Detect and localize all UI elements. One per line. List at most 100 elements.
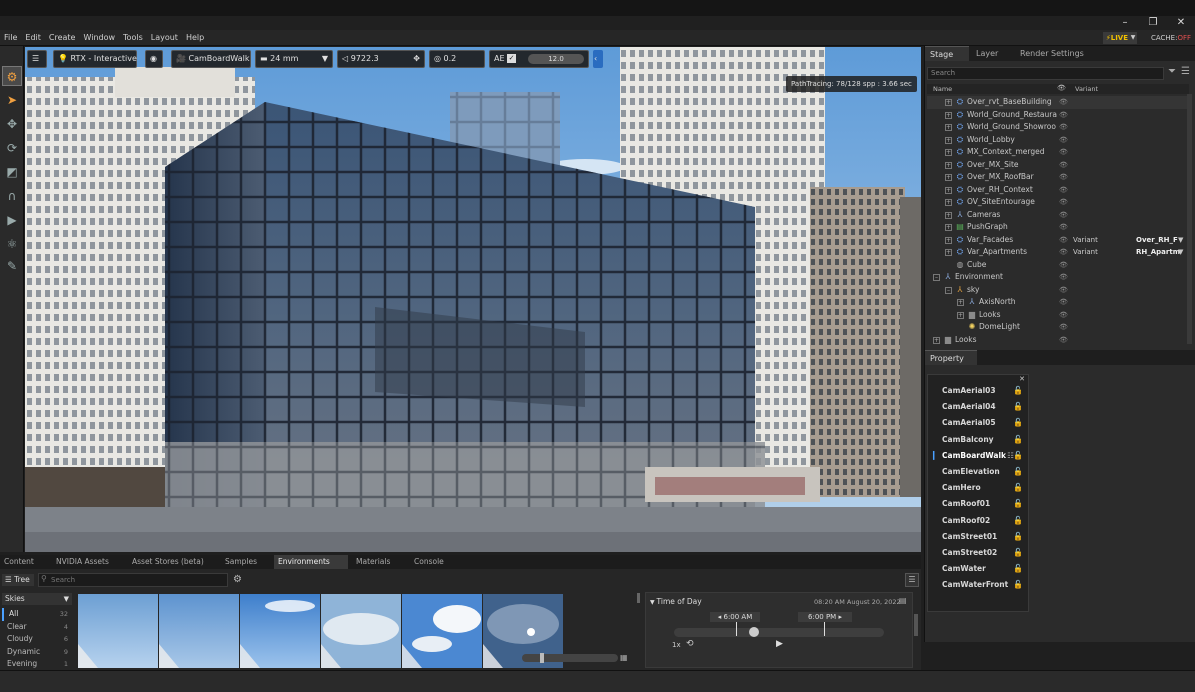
stage-tree-row[interactable]: + ⛭ World_Ground_Showroo 👁 xyxy=(927,121,1189,134)
tab-stage[interactable]: Stage xyxy=(925,46,969,61)
move-icon[interactable]: ✥ xyxy=(2,114,22,134)
visibility-eye-icon[interactable]: 👁 xyxy=(1059,246,1068,259)
tab-property[interactable]: Property xyxy=(925,350,977,365)
variant-dropdown[interactable]: RH_Apartm xyxy=(1136,246,1180,259)
play-icon[interactable]: ▶ xyxy=(776,639,783,649)
column-name[interactable]: Name xyxy=(933,85,952,93)
viewport-settings-icon[interactable]: ⚙ xyxy=(2,66,22,86)
tab-asset-stores[interactable]: Asset Stores (beta) xyxy=(128,555,208,569)
lock-icon[interactable]: 🔓 xyxy=(1013,561,1023,577)
menu-create[interactable]: Create xyxy=(45,30,80,46)
stage-tree-row[interactable]: + ⛭ World_Lobby 👁 xyxy=(927,134,1189,147)
category-item[interactable]: Cloudy 6 xyxy=(2,633,72,646)
close-icon[interactable]: ✕ xyxy=(1019,375,1025,383)
expand-icon[interactable]: + xyxy=(945,224,952,231)
expand-icon[interactable]: + xyxy=(945,161,952,169)
sunset-field[interactable]: 6:00 PM ▸ xyxy=(798,612,852,622)
visibility-eye-icon[interactable]: 👁 xyxy=(1059,196,1068,209)
scale-icon[interactable]: ◩ xyxy=(2,162,22,182)
lock-icon[interactable]: 🔓 xyxy=(1013,383,1023,399)
lock-icon[interactable]: 🔓 xyxy=(1013,513,1023,529)
chevron-down-icon[interactable]: ▼ xyxy=(1129,32,1137,44)
expand-icon[interactable]: + xyxy=(945,211,952,219)
expand-icon[interactable]: + xyxy=(945,249,952,256)
visibility-eye-icon[interactable]: 👁 xyxy=(1059,334,1068,347)
focus-distance-field[interactable]: ◁ 9722.3 ✥ xyxy=(337,50,425,68)
camera-list-item[interactable]: CamWater 🔓 xyxy=(928,561,1028,577)
stage-tree-row[interactable]: + ⛭ MX_Context_merged 👁 xyxy=(927,146,1189,159)
visibility-eye-icon[interactable]: 👁 xyxy=(1059,296,1068,309)
expand-icon[interactable]: + xyxy=(957,299,964,306)
exposure-slider[interactable]: 12.0 xyxy=(528,54,584,64)
camera-list-item[interactable]: CamStreet01 🔓 xyxy=(928,529,1028,545)
visibility-eye-icon[interactable]: 👁 xyxy=(1059,234,1068,247)
lock-icon[interactable]: 🔓 xyxy=(1013,399,1023,415)
time-slider-handle[interactable] xyxy=(749,627,759,637)
menu-help[interactable]: Help xyxy=(182,30,208,46)
sky-thumbnail[interactable] xyxy=(159,594,239,668)
camera-list-item[interactable]: CamAerial03 🔓 xyxy=(928,383,1028,399)
stage-tree-row[interactable]: + ⛭ OV_SiteEntourage 👁 xyxy=(927,196,1189,209)
stage-tree-row[interactable]: + ⛭ Var_Facades 👁 Variant Over_RH_F ▼ xyxy=(927,234,1189,247)
visibility-eye-icon[interactable]: 👁 xyxy=(1059,284,1068,297)
camera-list-item[interactable]: CamHero 🔓 xyxy=(928,480,1028,496)
visibility-eye-icon[interactable]: 👁 xyxy=(1059,259,1068,272)
rotate-icon[interactable]: ⟳ xyxy=(2,138,22,158)
stage-tree-row[interactable]: + ⛭ Over_rvt_BaseBuilding 👁 xyxy=(927,96,1189,109)
menu-file[interactable]: File xyxy=(0,30,21,46)
visibility-eye-icon[interactable]: 👁 xyxy=(1059,159,1068,172)
visibility-eye-icon[interactable]: 👁 xyxy=(1059,171,1068,184)
stage-tree-row[interactable]: ◍ Cube 👁 xyxy=(927,259,1189,272)
camera-list-item[interactable]: CamBalcony 🔓 xyxy=(928,432,1028,448)
paint-icon[interactable]: ✎ xyxy=(2,256,22,276)
expand-icon[interactable]: + xyxy=(957,311,964,319)
lock-icon[interactable]: 🔓 xyxy=(1013,464,1023,480)
stage-tree-row[interactable]: + ⛭ Over_MX_Site 👁 xyxy=(927,159,1189,172)
visibility-eye-icon[interactable]: 👁 xyxy=(1059,109,1068,122)
expand-icon[interactable]: + xyxy=(945,136,952,144)
lock-icon[interactable]: 🔓 xyxy=(1013,480,1023,496)
tree-toggle-button[interactable]: ☰ Tree xyxy=(2,574,34,586)
stage-tree-row[interactable]: – ⅄ sky 👁 xyxy=(927,284,1189,297)
camera-dropdown[interactable]: 🎥 CamBoardWalk xyxy=(171,50,251,68)
visibility-eye-icon[interactable]: 👁 xyxy=(1059,271,1068,284)
panel-scrollbar[interactable] xyxy=(914,614,918,636)
category-item[interactable]: All 32 xyxy=(2,608,72,621)
stage-tree-row[interactable]: + ⛭ Var_Apartments 👁 Variant RH_Apartm ▼ xyxy=(927,246,1189,259)
calendar-icon[interactable]: ▤ xyxy=(899,596,907,605)
expand-icon[interactable]: + xyxy=(945,149,952,156)
snap-icon[interactable]: ∩ xyxy=(2,186,22,206)
close-icon[interactable]: ✕ xyxy=(1172,16,1190,30)
sky-thumbnail[interactable] xyxy=(321,594,401,668)
sky-thumbnail[interactable] xyxy=(402,594,482,668)
column-variant[interactable]: Variant xyxy=(1075,85,1098,93)
stage-tree-row[interactable]: – ⅄ Environment 👁 xyxy=(927,271,1189,284)
stage-search-input[interactable]: Search xyxy=(927,67,1164,80)
viewport[interactable] xyxy=(25,47,921,552)
chevron-down-icon[interactable]: ▼ xyxy=(1178,234,1183,247)
loop-icon[interactable]: ⟲ xyxy=(686,639,694,649)
maximize-icon[interactable]: ❐ xyxy=(1144,16,1162,30)
visibility-column-eye-icon[interactable]: 👁 xyxy=(1057,84,1066,92)
stage-tree-row[interactable]: + ▤ PushGraph 👁 xyxy=(927,221,1189,234)
expand-icon[interactable]: + xyxy=(933,336,940,344)
tab-render-settings[interactable]: Render Settings xyxy=(1015,46,1095,61)
time-of-day-title[interactable]: ▼ Time of Day xyxy=(650,597,702,606)
collapse-toolbar-icon[interactable]: ‹ xyxy=(593,50,603,68)
playback-speed[interactable]: 1x xyxy=(672,641,681,649)
ae-checkbox[interactable]: ✓ xyxy=(507,54,517,63)
stage-tree-row[interactable]: + ⛭ Over_RH_Context 👁 xyxy=(927,184,1189,197)
eye-icon[interactable]: ◉ xyxy=(145,50,163,68)
expand-icon[interactable]: + xyxy=(945,111,952,119)
camera-list-item[interactable]: CamAerial04 🔓 xyxy=(928,399,1028,415)
time-of-day-slider[interactable] xyxy=(674,622,884,637)
hamburger-menu-icon[interactable]: ☰ xyxy=(27,50,47,68)
tab-layer[interactable]: Layer xyxy=(971,46,1011,61)
lock-icon[interactable]: 🔓 xyxy=(1013,432,1023,448)
play-icon[interactable]: ▶ xyxy=(2,210,22,230)
lock-icon[interactable]: 🔓 xyxy=(1013,448,1023,464)
asset-search-input[interactable]: Search xyxy=(38,573,228,587)
stage-tree-row[interactable]: ✺ DomeLight 👁 xyxy=(927,321,1189,334)
stage-tree-row[interactable]: + ⅄ AxisNorth 👁 xyxy=(927,296,1189,309)
tab-environments[interactable]: Environments xyxy=(274,555,348,569)
